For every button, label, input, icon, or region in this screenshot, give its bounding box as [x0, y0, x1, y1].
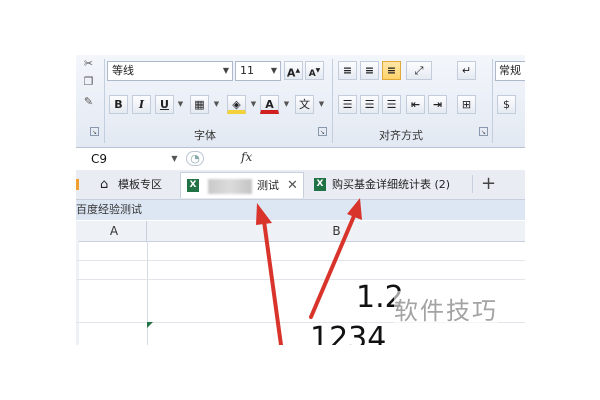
orientation-button[interactable]: ⤢ [406, 61, 432, 80]
watermark-text: 软件技巧 [394, 291, 498, 326]
chevron-down-icon[interactable]: ▼ [168, 152, 181, 165]
home-icon: ⌂ [100, 177, 109, 192]
wrap-text-button[interactable]: ↵ [457, 61, 476, 80]
screenshot-crop: ✂ ❐ ✎ ↘ 等线 ▼ 11 ▼ A▲ A▼ B I U ▼ ▦ ▼ ◈ ▼ … [76, 55, 525, 345]
tab-label: 购买基金详细统计表 (2) [332, 178, 451, 191]
currency-format-button[interactable]: $ [497, 95, 516, 114]
align-center-button[interactable]: ☰ [360, 95, 379, 114]
decrease-indent-icon: ⇤ [410, 98, 421, 111]
wrap-text-icon: ↵ [461, 64, 472, 77]
copy-icon[interactable]: ❐ [82, 75, 95, 88]
currency-icon: $ [503, 98, 510, 111]
excel-icon: X [314, 178, 326, 191]
alignment-group-label: 对齐方式 [379, 129, 423, 142]
name-box[interactable]: C9 [76, 150, 182, 168]
chevron-down-icon: ▼ [270, 66, 277, 75]
orientation-icon: ⤢ [414, 64, 424, 77]
font-name-value: 等线 [112, 64, 134, 77]
chevron-down-icon[interactable]: ▼ [174, 98, 187, 111]
font-name-select[interactable]: 等线 ▼ [107, 61, 233, 81]
grid-row-line [76, 260, 525, 261]
borders-button[interactable]: ▦ [190, 95, 209, 114]
column-header-row: A B [76, 221, 525, 242]
chevron-down-icon[interactable]: ▼ [210, 98, 223, 111]
grid-row-line [76, 279, 525, 280]
close-icon[interactable]: ✕ [287, 173, 298, 199]
align-middle-button[interactable]: ≡ [360, 61, 379, 80]
formula-bar: C9 ▼ ◔ fx [76, 148, 525, 171]
document-tab-bar: ⌂ 模板专区 X 测试 ✕ X 购买基金详细统计表 (2) [76, 170, 525, 200]
chevron-down-icon[interactable]: ▼ [280, 98, 293, 111]
shrink-font-button[interactable]: A▼ [305, 61, 324, 80]
zoom-icon[interactable]: ◔ [186, 151, 204, 166]
font-size-value: 11 [240, 64, 254, 77]
column-header-b[interactable]: B [148, 221, 525, 241]
new-tab-icon[interactable]: + [481, 173, 496, 194]
chevron-down-icon[interactable]: ▼ [315, 98, 328, 111]
align-top-button[interactable]: ≡ [338, 61, 357, 80]
tab-label: 测试 [257, 179, 279, 192]
fill-color-button[interactable]: ◈ [227, 95, 246, 114]
alignment-launcher-icon[interactable]: ↘ [479, 127, 488, 136]
font-color-button[interactable]: A [260, 95, 279, 114]
number-format-value: 常规 [499, 64, 521, 77]
align-bottom-button[interactable]: ≡ [382, 61, 401, 80]
folder-icon [76, 179, 79, 190]
cell-b-value-2[interactable]: 1234 [310, 321, 386, 345]
chevron-down-icon: ▼ [222, 66, 229, 75]
cut-icon[interactable]: ✂ [82, 57, 95, 70]
format-painter-icon[interactable]: ✎ [82, 95, 95, 108]
decrease-indent-button[interactable]: ⇤ [406, 95, 425, 114]
tab-partial[interactable] [76, 172, 83, 198]
excel-icon: X [187, 179, 199, 192]
align-middle-icon: ≡ [364, 64, 375, 77]
underline-button[interactable]: U [155, 95, 174, 114]
align-bottom-icon: ≡ [386, 64, 397, 77]
align-right-icon: ☰ [386, 98, 397, 111]
row-header-strip [76, 241, 79, 345]
grid-divider [147, 241, 148, 345]
name-box-value: C9 [91, 152, 108, 166]
tab-label: 模板专区 [118, 178, 162, 191]
workbook-title: 百度经验测试 [76, 200, 525, 220]
italic-button[interactable]: I [132, 95, 151, 114]
tab-templates[interactable]: ⌂ 模板专区 [96, 172, 178, 198]
fx-icon[interactable]: fx [241, 150, 252, 164]
merge-center-button[interactable]: ⊞ [457, 95, 476, 114]
align-right-button[interactable]: ☰ [382, 95, 401, 114]
tab-test[interactable]: X 测试 ✕ [180, 172, 304, 198]
paint-bucket-icon: ◈ [232, 98, 241, 111]
chevron-down-icon[interactable]: ▼ [247, 98, 260, 111]
font-size-select[interactable]: 11 ▼ [235, 61, 281, 81]
borders-icon: ▦ [194, 98, 205, 111]
bold-button[interactable]: B [109, 95, 128, 114]
font-launcher-icon[interactable]: ↘ [318, 127, 327, 136]
phonetic-button[interactable]: 文 [295, 95, 314, 114]
merge-cells-icon: ⊞ [461, 98, 472, 111]
column-header-a[interactable]: A [76, 221, 147, 241]
redacted-region [208, 179, 252, 194]
error-indicator-icon [147, 322, 153, 328]
increase-indent-icon: ⇥ [432, 98, 443, 111]
align-top-icon: ≡ [342, 64, 353, 77]
tab-fund-stats[interactable]: X 购买基金详细统计表 (2) [308, 172, 468, 198]
ribbon: ✂ ❐ ✎ ↘ 等线 ▼ 11 ▼ A▲ A▼ B I U ▼ ▦ ▼ ◈ ▼ … [76, 55, 525, 148]
increase-indent-button[interactable]: ⇥ [428, 95, 447, 114]
align-center-icon: ☰ [364, 98, 375, 111]
clipboard-launcher-icon[interactable]: ↘ [90, 127, 99, 136]
grow-font-button[interactable]: A▲ [284, 61, 303, 80]
align-left-icon: ☰ [342, 98, 353, 111]
number-format-select[interactable]: 常规 [495, 61, 525, 81]
font-group-label: 字体 [194, 129, 216, 142]
align-left-button[interactable]: ☰ [338, 95, 357, 114]
